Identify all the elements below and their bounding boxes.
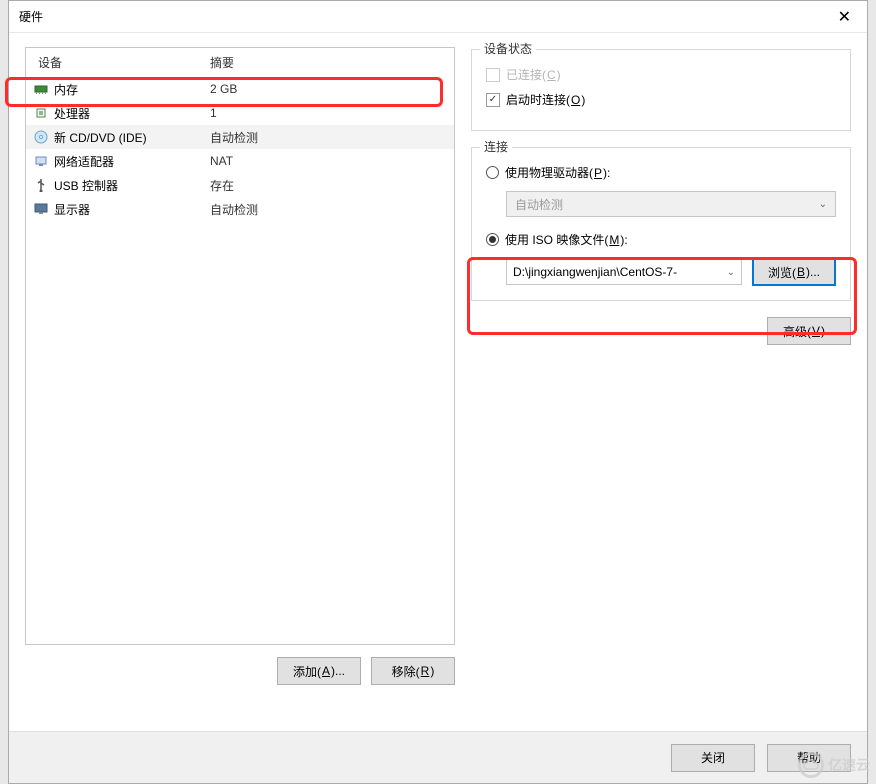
checkbox-icon <box>486 68 500 82</box>
connect-on-start-checkbox-row[interactable]: ✓ 启动时连接(O) <box>486 91 836 108</box>
chevron-down-icon: ⌄ <box>727 267 735 278</box>
left-pane: 设备 摘要 内存 2 GB 处理器 1 <box>25 47 455 723</box>
use-iso-label: 使用 ISO 映像文件(M): <box>505 231 628 248</box>
physical-drive-dropdown: 自动检测 ⌄ <box>506 191 836 217</box>
device-label: USB 控制器 <box>54 177 210 194</box>
header-summary: 摘要 <box>210 54 234 71</box>
device-status-group: 设备状态 已连接(C) ✓ 启动时连接(O) <box>471 49 851 131</box>
browse-button[interactable]: 浏览(B)... <box>752 258 836 286</box>
device-summary: 存在 <box>210 177 234 194</box>
close-icon[interactable]: ✕ <box>832 7 857 27</box>
use-physical-label: 使用物理驱动器(P): <box>505 164 610 181</box>
chevron-down-icon: ⌄ <box>819 199 827 210</box>
use-iso-radio[interactable]: 使用 ISO 映像文件(M): <box>486 231 836 248</box>
radio-icon <box>486 166 499 179</box>
cloud-icon <box>798 752 824 778</box>
checkbox-icon: ✓ <box>486 93 500 107</box>
watermark-text: 亿速云 <box>828 755 870 775</box>
device-label: 网络适配器 <box>54 153 210 170</box>
device-row-cddvd[interactable]: 新 CD/DVD (IDE) 自动检测 <box>26 125 454 149</box>
advanced-row: 高级(V)... <box>471 317 851 345</box>
device-list-buttons: 添加(A)... 移除(R) <box>25 657 455 685</box>
device-label: 处理器 <box>54 105 210 122</box>
device-summary: NAT <box>210 154 233 168</box>
add-button[interactable]: 添加(A)... <box>277 657 361 685</box>
cd-icon <box>34 130 48 144</box>
network-icon <box>34 154 48 168</box>
device-label: 显示器 <box>54 201 210 218</box>
iso-path-text: D:\jingxiangwenjian\CentOS-7- <box>513 265 677 279</box>
device-label: 内存 <box>54 81 210 98</box>
connection-group: 连接 使用物理驱动器(P): 自动检测 ⌄ 使用 ISO 映像文件(M): D:… <box>471 147 851 301</box>
iso-file-row: D:\jingxiangwenjian\CentOS-7- ⌄ 浏览(B)... <box>506 258 836 286</box>
advanced-button[interactable]: 高级(V)... <box>767 317 851 345</box>
device-label: 新 CD/DVD (IDE) <box>54 129 210 146</box>
device-row-memory[interactable]: 内存 2 GB <box>26 77 454 101</box>
usb-icon <box>34 178 48 192</box>
device-row-display[interactable]: 显示器 自动检测 <box>26 197 454 221</box>
device-summary: 自动检测 <box>210 201 258 218</box>
close-button[interactable]: 关闭 <box>671 744 755 772</box>
connect-on-start-label: 启动时连接(O) <box>506 91 585 108</box>
window-title: 硬件 <box>19 8 43 25</box>
watermark: 亿速云 <box>798 752 870 778</box>
device-summary: 2 GB <box>210 82 237 96</box>
device-status-legend: 设备状态 <box>480 40 536 57</box>
use-physical-radio[interactable]: 使用物理驱动器(P): <box>486 164 836 181</box>
window-footer: 关闭 帮助 <box>9 731 867 783</box>
cpu-icon <box>34 106 48 120</box>
connected-label: 已连接(C) <box>506 66 561 83</box>
device-list-header: 设备 摘要 <box>26 48 454 77</box>
memory-icon <box>34 82 48 96</box>
connection-legend: 连接 <box>480 138 512 155</box>
remove-button[interactable]: 移除(R) <box>371 657 455 685</box>
dropdown-value: 自动检测 <box>515 196 563 213</box>
display-icon <box>34 202 48 216</box>
window-titlebar: 硬件 ✕ <box>9 1 867 33</box>
window-body: 设备 摘要 内存 2 GB 处理器 1 <box>9 33 867 731</box>
radio-icon <box>486 233 499 246</box>
device-row-cpu[interactable]: 处理器 1 <box>26 101 454 125</box>
connected-checkbox-row[interactable]: 已连接(C) <box>486 66 836 83</box>
device-row-usb[interactable]: USB 控制器 存在 <box>26 173 454 197</box>
iso-path-combobox[interactable]: D:\jingxiangwenjian\CentOS-7- ⌄ <box>506 259 742 285</box>
header-device: 设备 <box>34 54 210 71</box>
device-summary: 自动检测 <box>210 129 258 146</box>
hardware-dialog: 硬件 ✕ 设备 摘要 内存 2 GB <box>8 0 868 784</box>
device-row-network[interactable]: 网络适配器 NAT <box>26 149 454 173</box>
device-summary: 1 <box>210 106 217 120</box>
right-pane: 设备状态 已连接(C) ✓ 启动时连接(O) 连接 使用物理驱动器(P): 自动… <box>471 47 851 723</box>
device-list: 设备 摘要 内存 2 GB 处理器 1 <box>25 47 455 645</box>
